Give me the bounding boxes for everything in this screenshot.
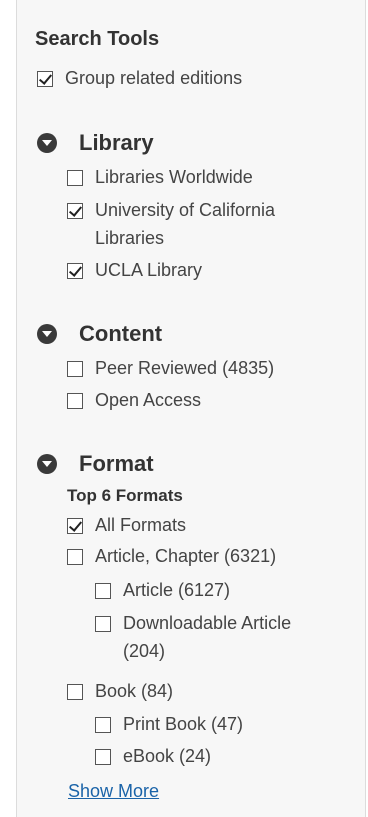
checkbox-unchecked-icon bbox=[67, 170, 83, 186]
checkbox-label: Article (6127) bbox=[123, 580, 231, 600]
checkbox-checked-icon bbox=[67, 203, 83, 219]
checkbox-unchecked-icon bbox=[95, 583, 111, 599]
format-section-toggle[interactable]: Format bbox=[37, 451, 154, 477]
checkbox-label: Peer Reviewed (4835) bbox=[95, 358, 275, 378]
ucla-library-checkbox[interactable]: UCLA Library bbox=[67, 259, 202, 281]
university-of-california-libraries-checkbox[interactable]: University of California Libraries bbox=[67, 199, 275, 249]
libraries-worldwide-checkbox[interactable]: Libraries Worldwide bbox=[67, 166, 253, 188]
label-line-1: Downloadable Article bbox=[123, 613, 292, 633]
open-access-checkbox[interactable]: Open Access bbox=[67, 389, 201, 411]
ebook-checkbox[interactable]: eBook (24) bbox=[95, 745, 211, 767]
search-tools-panel: Search Tools Group related editions Libr… bbox=[16, 0, 366, 817]
book-checkbox[interactable]: Book (84) bbox=[67, 680, 173, 702]
checkbox-unchecked-icon bbox=[95, 616, 111, 632]
label-line-1: University of California bbox=[95, 200, 276, 220]
label-line-2: Libraries bbox=[95, 228, 165, 248]
library-section-toggle[interactable]: Library bbox=[37, 130, 154, 156]
checkbox-label: Libraries Worldwide bbox=[95, 167, 253, 187]
checkbox-label: Group related editions bbox=[65, 68, 243, 88]
top-formats-subheading: Top 6 Formats bbox=[67, 486, 183, 505]
label-line-2: (204) bbox=[123, 641, 166, 661]
downloadable-article-checkbox[interactable]: Downloadable Article (204) bbox=[95, 612, 291, 662]
all-formats-checkbox[interactable]: All Formats bbox=[67, 514, 186, 536]
content-heading: Content bbox=[79, 321, 163, 346]
print-book-checkbox[interactable]: Print Book (47) bbox=[95, 713, 243, 735]
checkbox-label: Print Book (47) bbox=[123, 714, 244, 734]
checkbox-checked-icon bbox=[37, 71, 53, 87]
checkbox-unchecked-icon bbox=[67, 361, 83, 377]
show-more-link[interactable]: Show More bbox=[68, 781, 159, 802]
chevron-down-circle-icon bbox=[37, 454, 57, 474]
checkbox-label: Open Access bbox=[95, 390, 202, 410]
checkbox-label: Article, Chapter (6321) bbox=[95, 546, 277, 566]
checkbox-label: Book (84) bbox=[95, 681, 174, 701]
checkbox-label: Downloadable Article (204) bbox=[123, 612, 291, 662]
article-checkbox[interactable]: Article (6127) bbox=[95, 579, 230, 601]
checkbox-label: eBook (24) bbox=[123, 746, 212, 766]
checkbox-checked-icon bbox=[67, 263, 83, 279]
content-section-toggle[interactable]: Content bbox=[37, 321, 162, 347]
group-related-editions-checkbox[interactable]: Group related editions bbox=[37, 67, 242, 89]
peer-reviewed-checkbox[interactable]: Peer Reviewed (4835) bbox=[67, 357, 274, 379]
checkbox-unchecked-icon bbox=[67, 549, 83, 565]
search-tools-title: Search Tools bbox=[35, 28, 160, 50]
checkbox-unchecked-icon bbox=[95, 717, 111, 733]
checkbox-label: UCLA Library bbox=[95, 260, 203, 280]
checkbox-checked-icon bbox=[67, 518, 83, 534]
chevron-down-circle-icon bbox=[37, 324, 57, 344]
article-chapter-checkbox[interactable]: Article, Chapter (6321) bbox=[67, 545, 276, 567]
format-heading: Format bbox=[79, 451, 154, 476]
checkbox-label: All Formats bbox=[95, 515, 187, 535]
checkbox-label: University of California Libraries bbox=[95, 199, 275, 249]
checkbox-unchecked-icon bbox=[95, 749, 111, 765]
checkbox-unchecked-icon bbox=[67, 684, 83, 700]
chevron-down-circle-icon bbox=[37, 133, 57, 153]
library-heading: Library bbox=[79, 130, 154, 155]
checkbox-unchecked-icon bbox=[67, 393, 83, 409]
